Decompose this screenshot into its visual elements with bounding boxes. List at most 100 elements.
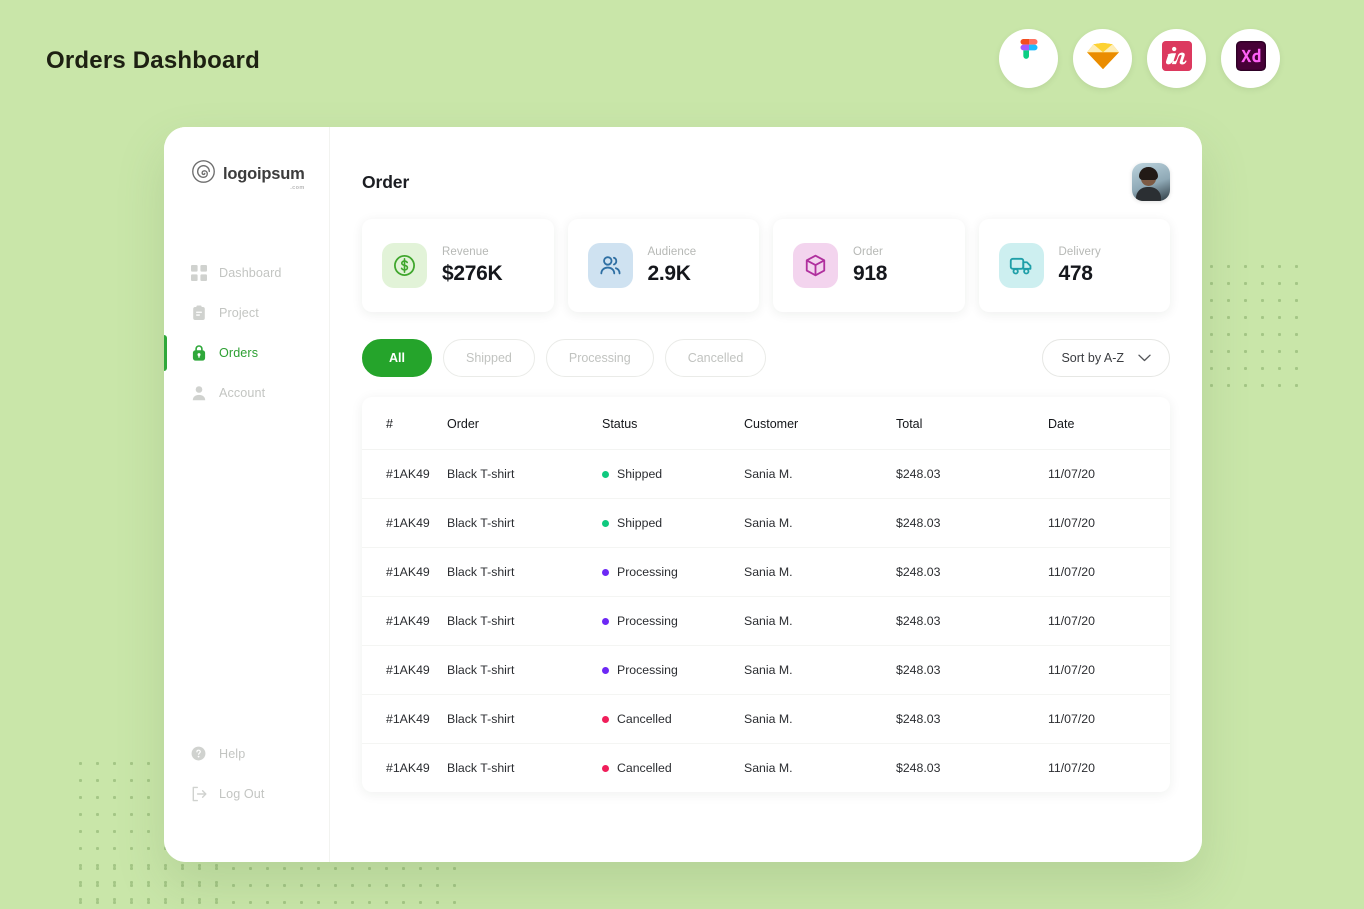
adobexd-badge-glyph: [1235, 41, 1266, 76]
invision-badge[interactable]: [1147, 29, 1206, 88]
column-header-total[interactable]: Total: [896, 397, 1048, 450]
table-row[interactable]: #1AK49 Black T-shirt Processing Sania M. $24…: [362, 547, 1170, 597]
table-row[interactable]: #1AK49 Black T-shirt Shipped Sania M. $248.0…: [362, 449, 1170, 499]
app-window: logoipsum .com Dashboard Project Orders Acc…: [164, 127, 1202, 862]
sidebar-item-label: Account: [219, 386, 266, 400]
logout-icon: [191, 786, 207, 802]
status-badge: Processing: [602, 614, 744, 628]
sidebar-item-project[interactable]: Project: [164, 293, 329, 333]
status-dot-icon: [602, 470, 609, 478]
grid-icon: [191, 265, 207, 281]
column-header-customer[interactable]: Customer: [744, 397, 896, 450]
cell-status: Cancelled: [602, 744, 744, 793]
sidebar-item-account[interactable]: Account: [164, 373, 329, 413]
column-header-date[interactable]: Date: [1048, 397, 1170, 450]
lock-bag-icon: [191, 345, 207, 361]
orders-table-head: # Order Status Customer Total Date: [362, 397, 1170, 450]
clipboard-icon: [191, 305, 207, 321]
status-badge: Cancelled: [602, 712, 744, 726]
cell-total: $248.03: [896, 596, 1048, 646]
stat-label: Order: [853, 245, 883, 258]
cell-id: #1AK49: [362, 596, 447, 646]
cell-total: $248.03: [896, 645, 1048, 695]
cell-date: 11/07/20: [1048, 547, 1170, 597]
cell-customer: Sania M.: [744, 547, 896, 597]
cell-order: Black T-shirt: [447, 694, 602, 744]
status-dot-icon: [602, 568, 609, 576]
main-panel: Order Revenue $276K Audience 2.9K Order 918 De…: [330, 127, 1202, 862]
adobexd-badge[interactable]: [1221, 29, 1280, 88]
page-heading: Order: [362, 171, 410, 192]
user-icon: [191, 385, 207, 401]
sidebar-item-label: Project: [219, 306, 259, 320]
sort-dropdown[interactable]: Sort by A-Z: [1042, 339, 1170, 377]
filter-pill-all[interactable]: All: [362, 339, 432, 377]
table-row[interactable]: #1AK49 Black T-shirt Processing Sania M. $24…: [362, 596, 1170, 646]
cell-date: 11/07/20: [1048, 498, 1170, 548]
cell-order: Black T-shirt: [447, 645, 602, 695]
cell-total: $248.03: [896, 498, 1048, 548]
status-dot-icon: [602, 715, 609, 723]
cell-total: $248.03: [896, 761, 941, 775]
stat-text: Delivery 478: [1059, 246, 1101, 286]
app-badge-list: [999, 29, 1280, 88]
table-row[interactable]: #1AK49 Black T-shirt Shipped Sania M. $248.0…: [362, 498, 1170, 548]
status-label: Shipped: [617, 516, 663, 530]
sketch-badge-glyph: [1086, 41, 1120, 76]
status-label: Cancelled: [617, 761, 672, 775]
orders-table-body: #1AK49 Black T-shirt Shipped Sania M. $248.0…: [362, 449, 1170, 793]
sketch-badge[interactable]: [1073, 29, 1132, 88]
cell-customer: Sania M.: [744, 498, 896, 548]
sidebar-item-label: Help: [219, 747, 246, 761]
cell-date: 11/07/20: [1048, 596, 1170, 646]
figma-badge-glyph: [1017, 39, 1041, 78]
table-row[interactable]: #1AK49 Black T-shirt Processing Sania M. $24…: [362, 645, 1170, 695]
sidebar-item-dashboard[interactable]: Dashboard: [164, 253, 329, 293]
brand-name: logoipsum .com: [223, 164, 305, 191]
brand-tld: .com: [290, 184, 305, 191]
sidebar-item-log-out[interactable]: Log Out: [164, 774, 329, 814]
column-header-id[interactable]: #: [362, 397, 447, 450]
status-dot-icon: [602, 519, 609, 527]
stat-label: Delivery: [1058, 245, 1101, 258]
column-header-order[interactable]: Order: [447, 397, 602, 450]
decorative-dots-right: [1203, 258, 1303, 398]
filter-pill-cancelled[interactable]: Cancelled: [664, 339, 767, 377]
cell-order: Black T-shirt: [447, 547, 602, 597]
sidebar-nav: Dashboard Project Orders Account: [164, 253, 329, 413]
sidebar-item-orders[interactable]: Orders: [164, 333, 329, 373]
figma-badge[interactable]: [999, 29, 1058, 88]
cell-status: Cancelled: [602, 694, 744, 744]
filter-pill-processing[interactable]: Processing: [545, 339, 654, 377]
cell-id: #1AK49: [362, 498, 447, 548]
table-header-row: # Order Status Customer Total Date: [362, 397, 1170, 450]
stat-card-delivery: Delivery 478: [978, 219, 1170, 312]
avatar[interactable]: [1132, 163, 1170, 201]
main-header: Order: [362, 127, 1170, 219]
cell-date: 11/07/20: [1048, 449, 1170, 499]
status-dot-icon: [602, 666, 609, 674]
cell-status: Processing: [602, 547, 744, 597]
status-badge: Processing: [602, 565, 744, 579]
sidebar-item-label: Orders: [219, 346, 259, 360]
cell-customer: Sania M.: [744, 761, 793, 775]
column-header-status[interactable]: Status: [602, 397, 744, 450]
people-icon: [587, 243, 633, 288]
cell-order: Black T-shirt: [447, 596, 602, 646]
stat-card-order: Order 918: [773, 219, 965, 312]
table-row[interactable]: #1AK49 Black T-shirt Cancelled Sania M. $248…: [362, 744, 1170, 793]
cell-order: Black T-shirt: [447, 761, 515, 775]
cell-customer: Sania M.: [744, 694, 896, 744]
stat-label: Audience: [647, 245, 697, 258]
filter-pill-shipped[interactable]: Shipped: [442, 339, 535, 377]
cell-order: Black T-shirt: [447, 449, 602, 499]
logoipsum-spiral-icon: [191, 159, 216, 189]
status-badge: Cancelled: [602, 761, 744, 775]
stat-value: 2.9K: [647, 261, 691, 285]
avatar-hair: [1139, 167, 1158, 180]
sidebar-item-help[interactable]: Help: [164, 734, 329, 774]
table-row[interactable]: #1AK49 Black T-shirt Cancelled Sania M. $248…: [362, 694, 1170, 744]
stat-card-list: Revenue $276K Audience 2.9K Order 918 Delivery…: [362, 219, 1170, 312]
status-badge: Shipped: [602, 516, 744, 530]
status-label: Cancelled: [617, 712, 672, 726]
